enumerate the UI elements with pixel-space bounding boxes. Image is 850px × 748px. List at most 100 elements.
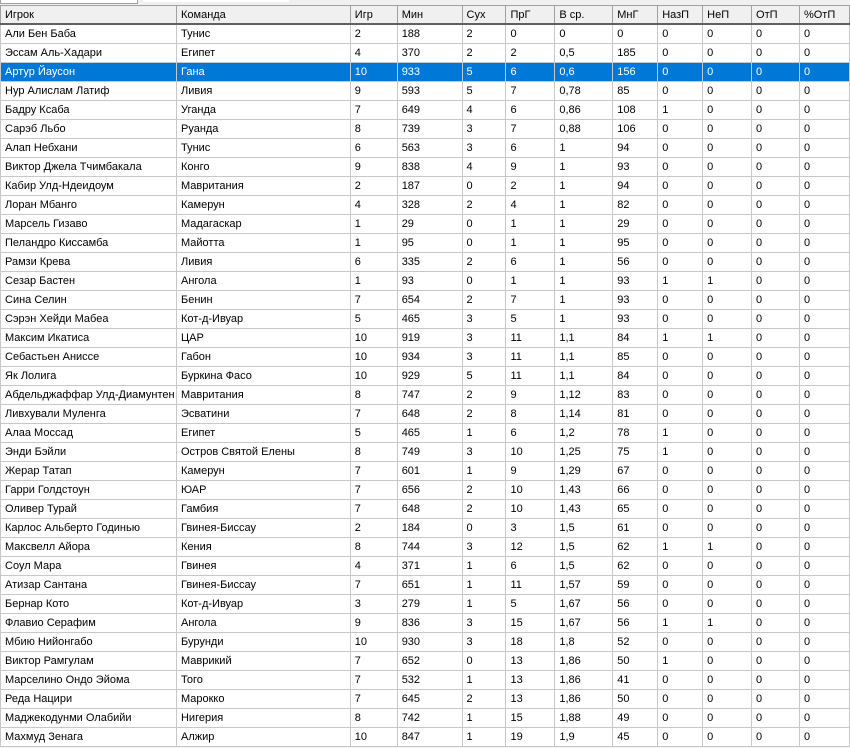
- cell-clean-sheets: 2: [461, 404, 507, 424]
- table-row[interactable]: Як Лолига Буркина Фасо 10 929 5 11 1,1 84 0 0 0 0: [0, 366, 850, 386]
- table-row[interactable]: Бадру Ксаба Уганда 7 649 4 6 0,86 108 1 0 0 0: [0, 100, 850, 120]
- table-row[interactable]: Жерар Татап Камерун 7 601 1 9 1,29 67 0 0 0 0: [0, 461, 850, 481]
- column-header-goals-conceded[interactable]: ПрГ: [505, 5, 556, 25]
- cell-minutes: 648: [396, 499, 463, 519]
- column-header-minutes[interactable]: Мин: [396, 5, 463, 25]
- table-row[interactable]: Алаа Моссад Египет 5 465 1 6 1,2 78 1 0 0 0: [0, 423, 850, 443]
- table-row[interactable]: Алап Небхани Тунис 6 563 3 6 1 94 0 0 0 0: [0, 138, 850, 158]
- table-row[interactable]: Эссам Аль-Хадари Египет 4 370 2 2 0,5 185 0 0 0 0: [0, 43, 850, 63]
- cell-penalties-saved: 0: [751, 252, 800, 272]
- cell-minutes-per-goal: 81: [612, 404, 659, 424]
- table-row[interactable]: Пеландро Киссамба Майотта 1 95 0 1 1 95 0 0 0 0: [0, 233, 850, 253]
- table-row[interactable]: Артур Йаусон Гана 10 933 5 6 0,6 156 0 0 0 0: [0, 62, 850, 82]
- cell-penalties-missed: 0: [702, 347, 753, 367]
- cell-minutes: 847: [396, 727, 463, 747]
- cell-player: Сэрэн Хейди Мабеа: [0, 309, 177, 329]
- cell-penalties-saved: 0: [751, 23, 800, 44]
- column-header-penalties-missed[interactable]: НеП: [702, 5, 753, 25]
- cell-clean-sheets: 2: [461, 290, 507, 310]
- column-header-penalties-saved[interactable]: ОтП: [751, 5, 800, 25]
- table-row[interactable]: Маджекодунми Олабийи Нигерия 8 742 1 15 1,88 49…: [0, 708, 850, 728]
- table-row[interactable]: Виктор Рамгулам Маврикий 7 652 0 13 1,86 50 1 0 0 0: [0, 651, 850, 671]
- table-row[interactable]: Себастьен Аниссе Габон 10 934 3 11 1,1 85 0 0 0 0: [0, 347, 850, 367]
- column-header-player[interactable]: Игрок: [0, 5, 177, 25]
- cell-clean-sheets: 0: [461, 233, 507, 253]
- cell-team: Габон: [175, 347, 351, 367]
- cell-average: 1: [554, 195, 614, 215]
- column-header-clean-sheets[interactable]: Сух: [461, 5, 507, 25]
- column-header-team[interactable]: Команда: [175, 5, 351, 25]
- table-row[interactable]: Реда Нацири Марокко 7 645 2 13 1,86 50 0 0 0 0: [0, 689, 850, 709]
- cell-goals-conceded: 5: [505, 594, 556, 614]
- cell-games: 1: [349, 233, 398, 253]
- cell-clean-sheets: 2: [461, 43, 507, 63]
- cell-average: 1: [554, 271, 614, 291]
- cell-penalties-saved: 0: [751, 594, 800, 614]
- cell-penalties-saved: 0: [751, 708, 800, 728]
- cell-penalties-missed: 1: [702, 537, 753, 557]
- cell-games: 7: [349, 499, 398, 519]
- cell-clean-sheets: 3: [461, 537, 507, 557]
- cell-player: Як Лолига: [0, 366, 177, 386]
- cell-minutes-per-goal: 50: [612, 651, 659, 671]
- table-row[interactable]: Махмуд Зенага Алжир 10 847 1 19 1,9 45 0 0 0 0: [0, 727, 850, 747]
- table-row[interactable]: Флавио Серафим Ангола 9 836 3 15 1,67 56 1 1 0 0: [0, 613, 850, 633]
- cell-goals-conceded: 6: [505, 62, 556, 82]
- table-row[interactable]: Нур Алислам Латиф Ливия 9 593 5 7 0,78 85 0 0 0 0: [0, 81, 850, 101]
- table-row[interactable]: Сарэб Льбо Руанда 8 739 3 7 0,88 106 0 0 0 0: [0, 119, 850, 139]
- table-row[interactable]: Виктор Джела Тчимбакала Конго 9 838 4 9 1 93 0 0 0…: [0, 157, 850, 177]
- table-row[interactable]: Максвелл Айора Кения 8 744 3 12 1,5 62 1 1 0 0: [0, 537, 850, 557]
- cell-penalties-awarded: 0: [657, 404, 704, 424]
- cell-player: Сина Селин: [0, 290, 177, 310]
- cell-games: 7: [349, 651, 398, 671]
- cell-penalties-saved: 0: [751, 613, 800, 633]
- table-row[interactable]: Карлос Альберто Годинью Гвинея-Биссау 2 184…: [0, 518, 850, 538]
- table-row[interactable]: Бернар Кото Кот-д-Ивуар 3 279 1 5 1,67 56 0 0 0 0: [0, 594, 850, 614]
- cell-player: Лоран Мбанго: [0, 195, 177, 215]
- table-row[interactable]: Энди Бэйли Остров Святой Елены 8 749 3 10 1,25…: [0, 442, 850, 462]
- cell-minutes-per-goal: 62: [612, 556, 659, 576]
- cell-games: 5: [349, 423, 398, 443]
- table-row[interactable]: Сезар Бастен Ангола 1 93 0 1 1 93 1 1 0 0: [0, 271, 850, 291]
- cell-goals-conceded: 6: [505, 100, 556, 120]
- cell-penalties-saved-pct: 0: [798, 366, 850, 386]
- table-row[interactable]: Али Бен Баба Тунис 2 188 2 0 0 0 0 0 0 0: [0, 23, 850, 44]
- cell-minutes-per-goal: 106: [612, 119, 659, 139]
- cell-clean-sheets: 1: [461, 594, 507, 614]
- table-row[interactable]: Атизар Сантана Гвинея-Биссау 7 651 1 11 1,57 59…: [0, 575, 850, 595]
- table-row[interactable]: Соул Мара Гвинея 4 371 1 6 1,5 62 0 0 0 0: [0, 556, 850, 576]
- table-row[interactable]: Ливхували Муленга Эсватини 7 648 2 8 1,14 81 0 0 0…: [0, 404, 850, 424]
- table-row[interactable]: Гарри Голдстоун ЮАР 7 656 2 10 1,43 66 0 0 0 0: [0, 480, 850, 500]
- table-row[interactable]: Оливер Турай Гамбия 7 648 2 10 1,43 65 0 0 0 0: [0, 499, 850, 519]
- cell-minutes-per-goal: 93: [612, 309, 659, 329]
- table-row[interactable]: Марсель Гизаво Мадагаскар 1 29 0 1 1 29 0 0 0 0: [0, 214, 850, 234]
- table-row[interactable]: Максим Икатиса ЦАР 10 919 3 11 1,1 84 1 1 0 0: [0, 328, 850, 348]
- cell-penalties-saved: 0: [751, 404, 800, 424]
- table-row[interactable]: Лоран Мбанго Камерун 4 328 2 4 1 82 0 0 0 0: [0, 195, 850, 215]
- column-header-penalties-saved-pct[interactable]: %ОтП: [798, 5, 850, 25]
- cell-player: Максвелл Айора: [0, 537, 177, 557]
- column-header-average[interactable]: В ср.: [554, 5, 614, 25]
- table-row[interactable]: Абдельджаффар Улд-Диамунтен Мавритания 8 74…: [0, 385, 850, 405]
- cell-penalties-missed: 0: [702, 309, 753, 329]
- table-row[interactable]: Сина Селин Бенин 7 654 2 7 1 93 0 0 0 0: [0, 290, 850, 310]
- cell-goals-conceded: 9: [505, 157, 556, 177]
- cell-minutes: 465: [396, 423, 463, 443]
- cell-penalties-saved-pct: 0: [798, 309, 850, 329]
- column-header-penalties-awarded[interactable]: НазП: [657, 5, 704, 25]
- toolbar-field[interactable]: [0, 0, 138, 4]
- column-header-minutes-per-goal[interactable]: МнГ: [612, 5, 659, 25]
- table-row[interactable]: Рамзи Крева Ливия 6 335 2 6 1 56 0 0 0 0: [0, 252, 850, 272]
- cell-clean-sheets: 5: [461, 62, 507, 82]
- cell-minutes-per-goal: 84: [612, 328, 659, 348]
- cell-penalties-awarded: 0: [657, 157, 704, 177]
- table-row[interactable]: Мбию Нийонгабо Бурунди 10 930 3 18 1,8 52 0 0 0 0: [0, 632, 850, 652]
- column-header-games[interactable]: Игр: [349, 5, 398, 25]
- cell-average: 0: [554, 23, 614, 44]
- table-row[interactable]: Сэрэн Хейди Мабеа Кот-д-Ивуар 5 465 3 5 1 93 0 0 0…: [0, 309, 850, 329]
- cell-penalties-saved: 0: [751, 119, 800, 139]
- table-row[interactable]: Марселино Ондо Эйома Того 7 532 1 13 1,86 41 0 0 0…: [0, 670, 850, 690]
- table-row[interactable]: Кабир Улд-Ндеидоум Мавритания 2 187 0 2 1 94 0 0 0…: [0, 176, 850, 196]
- cell-goals-conceded: 11: [505, 575, 556, 595]
- cell-average: 1,29: [554, 461, 614, 481]
